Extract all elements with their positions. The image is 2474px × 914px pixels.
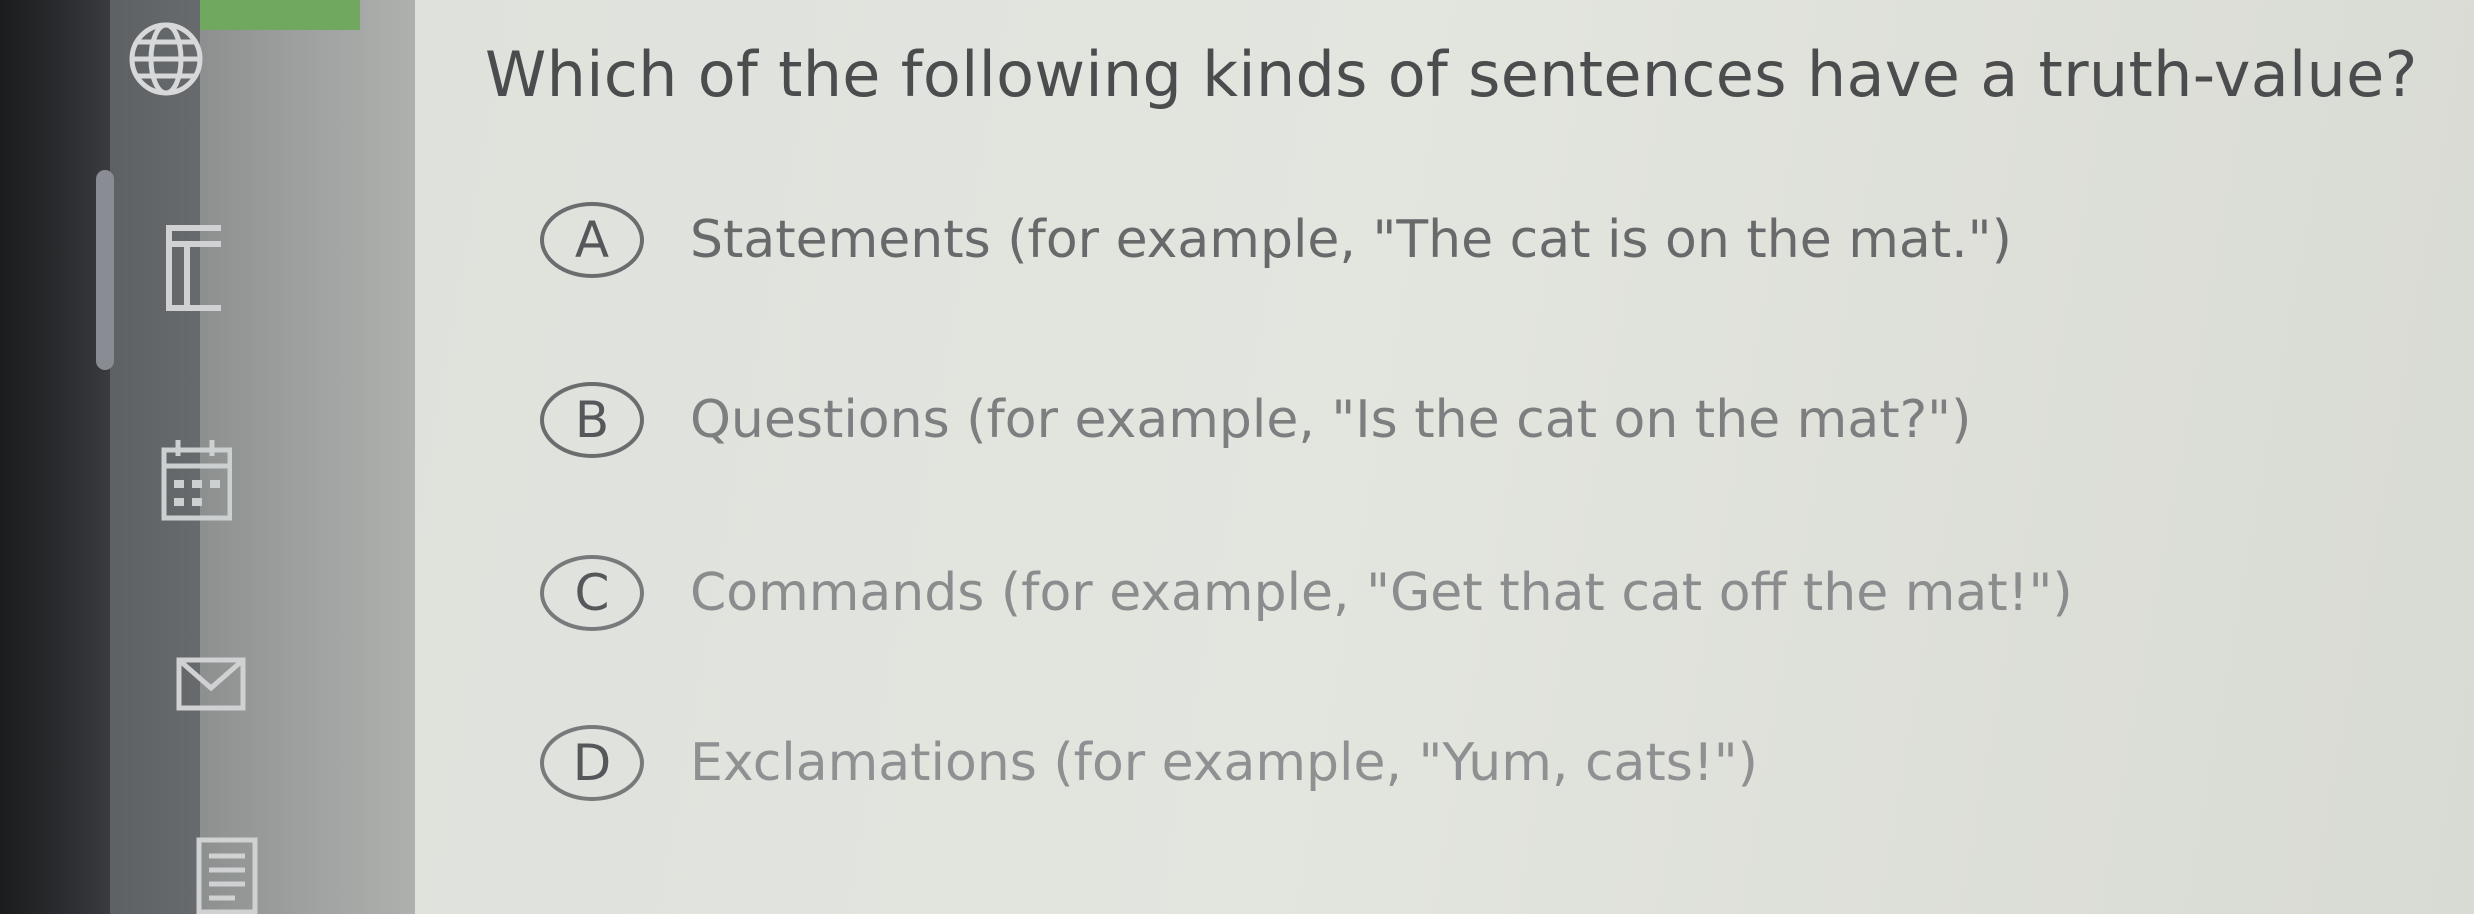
option-c[interactable]: C Commands (for example, "Get that cat o… <box>540 555 2073 631</box>
sidebar-accent-bar <box>200 0 360 30</box>
mail-icon[interactable] <box>175 656 247 712</box>
option-text-a[interactable]: Statements (for example, "The cat is on … <box>690 210 2012 270</box>
option-text-c[interactable]: Commands (for example, "Get that cat off… <box>690 563 2073 623</box>
sidebar-panel <box>200 0 415 914</box>
option-a[interactable]: A Statements (for example, "The cat is o… <box>540 202 2012 278</box>
option-letter-c[interactable]: C <box>540 555 644 631</box>
option-b[interactable]: B Questions (for example, "Is the cat on… <box>540 382 1971 458</box>
question-text: Which of the following kinds of sentence… <box>485 38 2418 111</box>
option-letter-a[interactable]: A <box>540 202 644 278</box>
document-icon[interactable] <box>165 222 221 314</box>
sidebar-scrollbar[interactable] <box>96 170 114 370</box>
globe-icon[interactable] <box>125 18 207 100</box>
screen-bezel <box>0 0 110 914</box>
option-letter-b[interactable]: B <box>540 382 644 458</box>
option-text-b[interactable]: Questions (for example, "Is the cat on t… <box>690 390 1971 450</box>
list-icon[interactable] <box>195 836 259 914</box>
calendar-icon[interactable] <box>160 436 232 522</box>
option-text-d[interactable]: Exclamations (for example, "Yum, cats!") <box>690 733 1758 793</box>
option-letter-d[interactable]: D <box>540 725 644 801</box>
option-d[interactable]: D Exclamations (for example, "Yum, cats!… <box>540 725 1758 801</box>
